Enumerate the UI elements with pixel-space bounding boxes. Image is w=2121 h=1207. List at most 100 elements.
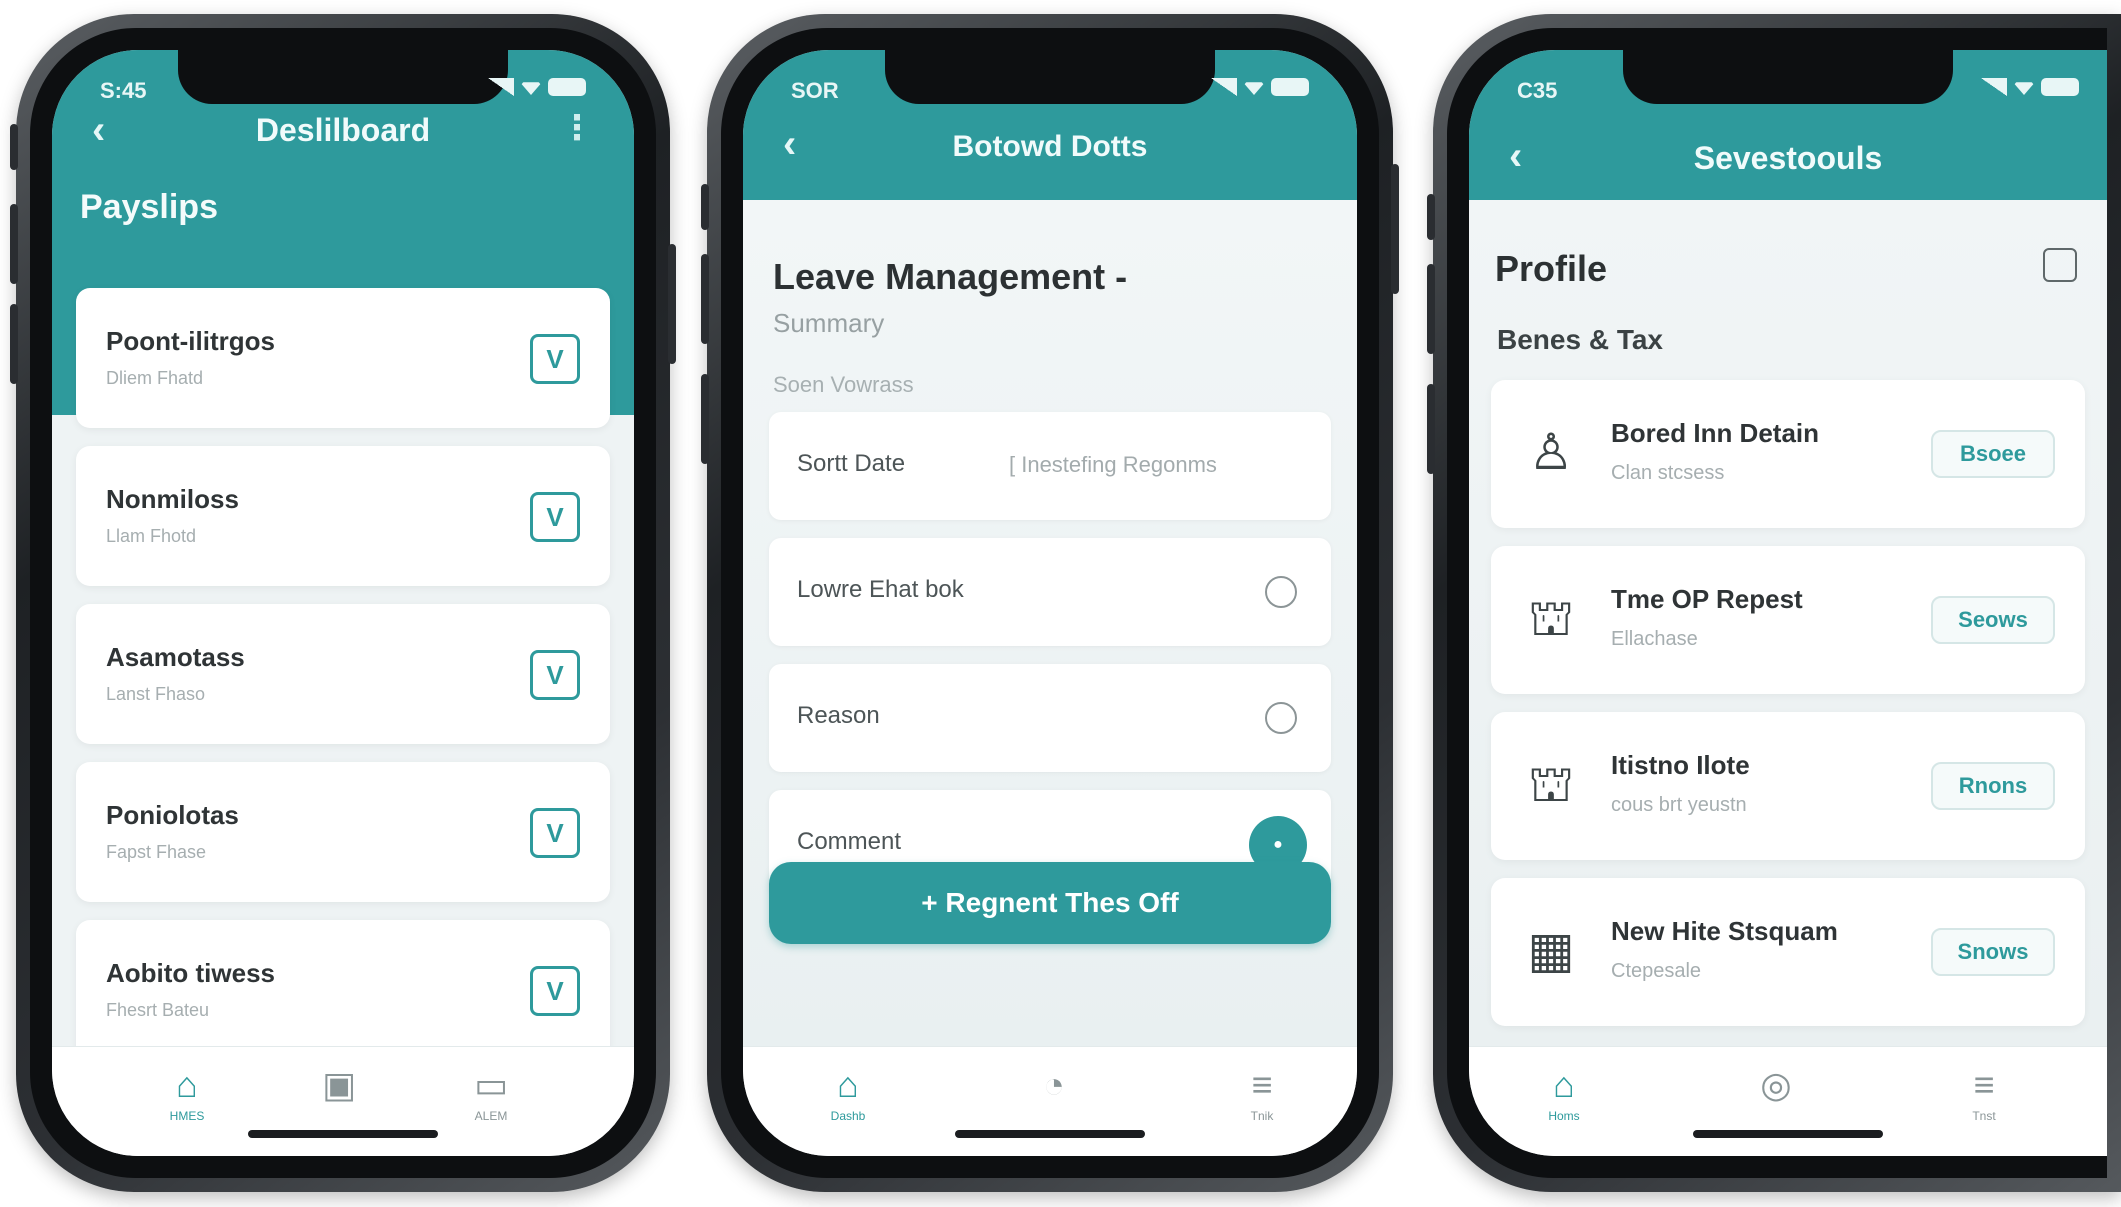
payslip-name: Nonmiloss <box>106 484 239 514</box>
benefit-subtitle: Clan stcsess <box>1611 462 1725 484</box>
mute-switch <box>10 124 18 170</box>
nav-label: Tnst <box>1972 1109 1996 1123</box>
radio-button[interactable] <box>1265 576 1297 608</box>
benefit-card[interactable]: ▦ New Hite Stsquam Ctepesale Snows <box>1491 878 2085 1026</box>
power-button <box>668 244 676 364</box>
start-date-field[interactable]: Sortt Date [ Inestefing Regonms <box>769 412 1331 520</box>
payslip-name: Aobito tiwess <box>106 958 276 988</box>
phone-profile: ‹ Sevestoouls C35 Profile Benes & Tax ♙ … <box>1427 14 2121 1192</box>
payslip-card[interactable]: Nonmiloss Llam Fhotd V <box>76 446 610 586</box>
more-menu-icon[interactable]: ⋮ <box>560 108 594 148</box>
checkbox-icon[interactable]: V <box>530 334 580 384</box>
phone-leave-management: ‹ Botowd Dotts SOR Leave Management - Su… <box>701 14 1399 1192</box>
payslip-name: Poniolotas <box>106 800 239 830</box>
benefit-card[interactable]: ⛫ Itistno Ilote cous brt yeustn Rnons <box>1491 712 2085 860</box>
wifi-icon <box>520 82 542 95</box>
nav-label: Homs <box>1548 1109 1580 1123</box>
checkbox-icon[interactable]: V <box>530 808 580 858</box>
benefit-action-button[interactable]: Snows <box>1931 928 2055 976</box>
volume-up-button <box>1427 264 1435 354</box>
payslip-card[interactable]: Aobito tiwess Fhesrt Bateu V <box>76 920 610 1060</box>
grid-icon: ▦ <box>1527 922 1575 978</box>
page-title: Sevestoouls <box>1693 140 1883 176</box>
status-time: SOR <box>791 78 839 103</box>
payslip-name: Poont-ilitrgos <box>106 326 275 356</box>
benefit-card[interactable]: ♙ Bored Inn Detain Clan stcsess Bsoee <box>1491 380 2085 528</box>
nav-history[interactable]: ◔ <box>1009 1065 1099 1105</box>
nav-label: Tnik <box>1250 1109 1274 1123</box>
payslip-card[interactable]: Poniolotas Fapst Fhase V <box>76 762 610 902</box>
screen-leave-management: ‹ Botowd Dotts SOR Leave Management - Su… <box>743 50 1357 1156</box>
benefit-name: New Hite Stsquam <box>1611 916 1838 946</box>
nav-home[interactable]: ⌂ Homs <box>1519 1065 1609 1124</box>
nav-label: ALEM <box>474 1109 508 1123</box>
wifi-icon <box>2013 82 2035 95</box>
payslip-card[interactable]: Poont-ilitrgos Dliem Fhatd V <box>76 288 610 428</box>
nav-label: Dashb <box>830 1109 866 1123</box>
nav-tasks[interactable]: ≡ Tnik <box>1217 1065 1307 1124</box>
payslip-name: Asamotass <box>106 642 245 672</box>
page-title: Botowd Dotts <box>952 130 1148 163</box>
wifi-icon <box>1243 82 1265 95</box>
reason-field[interactable]: Reason <box>769 664 1331 772</box>
benefit-name: Bored Inn Detain <box>1611 418 1820 448</box>
field-value: [ Inestefing Regonms <box>1009 452 1217 477</box>
section-title: Benes & Tax <box>1497 324 1663 355</box>
bottom-nav: ⌂ Dashb ◔ ≡ Tnik <box>743 1046 1357 1156</box>
payslip-subtitle: Fapst Fhase <box>106 842 207 862</box>
profile-title: Profile <box>1495 248 1608 289</box>
payslip-card[interactable]: Asamotass Lanst Fhaso V <box>76 604 610 744</box>
mockup-stage: ‹ Deslilboard ⋮ Payslips S:45 Poont-ilit… <box>0 0 2121 1207</box>
person-icon: ♙ <box>1528 424 1574 480</box>
screen-dashboard: ‹ Deslilboard ⋮ Payslips S:45 Poont-ilit… <box>52 50 634 1156</box>
document-icon: ▣ <box>321 1064 356 1105</box>
nav-cards[interactable]: ▭ ALEM <box>446 1064 536 1124</box>
payslip-subtitle: Fhesrt Bateu <box>106 1000 210 1020</box>
checkbox-icon[interactable]: V <box>530 492 580 542</box>
page-title: Deslilboard <box>255 112 431 148</box>
home-indicator <box>248 1130 438 1138</box>
home-icon: ⌂ <box>837 1064 859 1105</box>
card-icon: ▭ <box>473 1064 508 1105</box>
radio-button[interactable] <box>1265 702 1297 734</box>
checkbox-icon[interactable]: V <box>530 650 580 700</box>
nav-documents[interactable]: ▣ <box>294 1065 384 1105</box>
mute-switch <box>701 184 709 230</box>
field-label: Lowre Ehat bok <box>797 576 964 603</box>
payslip-subtitle: Dliem Fhatd <box>106 368 204 388</box>
leave-subtitle: Summary <box>773 308 885 338</box>
leave-type-field[interactable]: Lowre Ehat bok <box>769 538 1331 646</box>
request-time-off-button[interactable]: + Regnent Thes Off <box>769 862 1331 944</box>
status-bar: S:45 <box>52 78 634 108</box>
benefit-action-button[interactable]: Bsoee <box>1931 430 2055 478</box>
benefit-name: Itistno Ilote <box>1611 750 1750 780</box>
home-indicator <box>955 1130 1145 1138</box>
phone-dashboard: ‹ Deslilboard ⋮ Payslips S:45 Poont-ilit… <box>10 14 676 1192</box>
battery-icon <box>548 78 586 96</box>
clock-icon: ◔ <box>1043 1064 1065 1105</box>
nav-home[interactable]: ⌂ Dashb <box>803 1064 893 1124</box>
benefit-subtitle: Ctepesale <box>1611 960 1702 982</box>
field-label: Comment <box>797 828 902 855</box>
home-icon: ⌂ <box>176 1064 198 1105</box>
field-label: Reason <box>797 702 880 729</box>
signal-icon <box>488 78 514 96</box>
list-icon: ≡ <box>1973 1064 1995 1105</box>
nav-home[interactable]: ⌂ HMES <box>142 1064 232 1124</box>
benefit-action-button[interactable]: Seows <box>1931 596 2055 644</box>
checkbox-icon[interactable]: V <box>530 966 580 1016</box>
volume-up-button <box>701 254 709 344</box>
benefit-action-button[interactable]: Rnons <box>1931 762 2055 810</box>
nav-tasks[interactable]: ≡ Tnst <box>1939 1064 2029 1124</box>
payslip-subtitle: Llam Fhotd <box>106 526 197 546</box>
volume-down-button <box>1427 384 1435 474</box>
nav-settings[interactable]: ◎ <box>1731 1065 1821 1105</box>
benefit-name: Tme OP Repest <box>1611 584 1803 614</box>
status-bar: C35 <box>1469 78 2107 108</box>
field-label: Sortt Date <box>797 450 906 477</box>
edit-icon[interactable] <box>2043 248 2077 282</box>
status-time: C35 <box>1517 78 1558 103</box>
benefit-card[interactable]: ⛫ Tme OP Repest Ellachase Seows <box>1491 546 2085 694</box>
bottom-nav: ⌂ Homs ◎ ≡ Tnst <box>1469 1046 2107 1156</box>
gear-icon: ◎ <box>1760 1064 1792 1105</box>
